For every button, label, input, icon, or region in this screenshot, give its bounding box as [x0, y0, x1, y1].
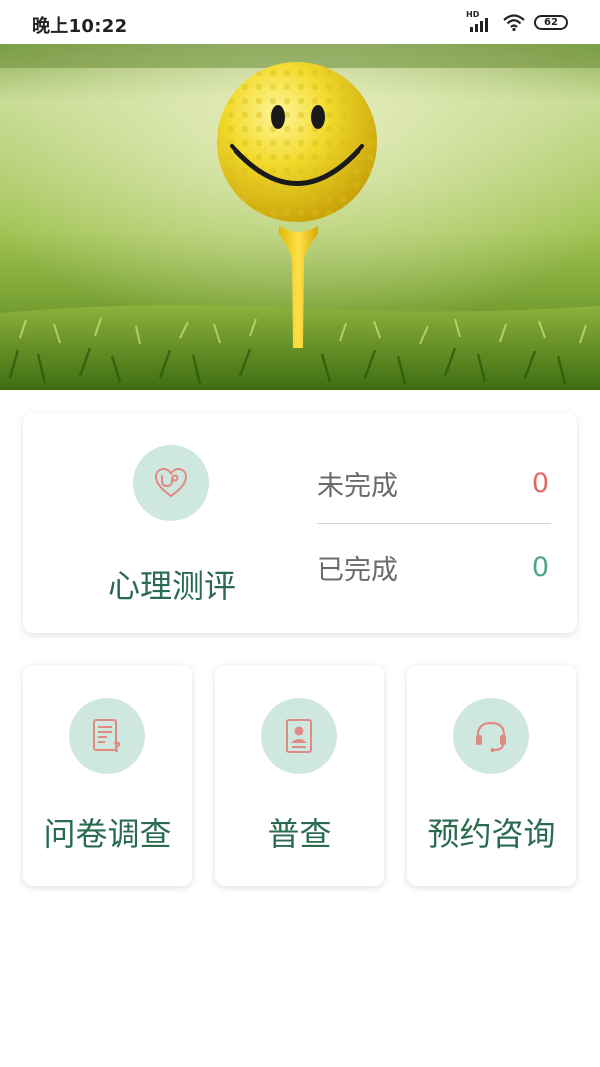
status-icons: HD 62: [466, 10, 568, 32]
status-time: 晚上10:22: [32, 16, 128, 37]
done-label: 已完成: [317, 554, 398, 586]
battery-level: 62: [544, 16, 558, 28]
pending-count: 0: [531, 467, 549, 499]
psych-assessment-card[interactable]: 心理测评 未完成 0 已完成 0: [23, 413, 577, 633]
census-icon-badge: [261, 698, 337, 774]
consultation-label: 预约咨询: [427, 815, 556, 853]
status-bar: 晚上10:22 HD 62: [0, 0, 600, 44]
assessment-title: 心理测评: [107, 567, 236, 605]
stat-divider: [317, 523, 551, 524]
consultation-icon-badge: [453, 698, 529, 774]
census-card[interactable]: 普查: [215, 665, 384, 886]
questionnaire-label: 问卷调查: [43, 815, 172, 853]
banner-image: [0, 38, 600, 390]
svg-text:?: ?: [113, 740, 121, 756]
pending-row[interactable]: 未完成 0: [317, 463, 549, 503]
questionnaire-icon-badge: ?: [69, 698, 145, 774]
battery-icon: 62: [534, 14, 568, 30]
done-count: 0: [531, 551, 549, 583]
assessment-icon-badge: [133, 445, 209, 521]
headset-icon: [476, 721, 506, 752]
profile-card-icon: [286, 719, 312, 753]
consultation-card[interactable]: 预约咨询: [407, 665, 576, 886]
heart-stethoscope-icon: [154, 467, 188, 498]
questionnaire-card[interactable]: ? 问卷调查: [23, 665, 192, 886]
pending-label: 未完成: [317, 470, 398, 502]
questionnaire-icon: ?: [93, 719, 121, 756]
wifi-icon: [503, 14, 525, 31]
census-label: 普查: [267, 815, 332, 853]
signal-icon: HD: [466, 10, 494, 32]
done-row[interactable]: 已完成 0: [317, 547, 549, 587]
